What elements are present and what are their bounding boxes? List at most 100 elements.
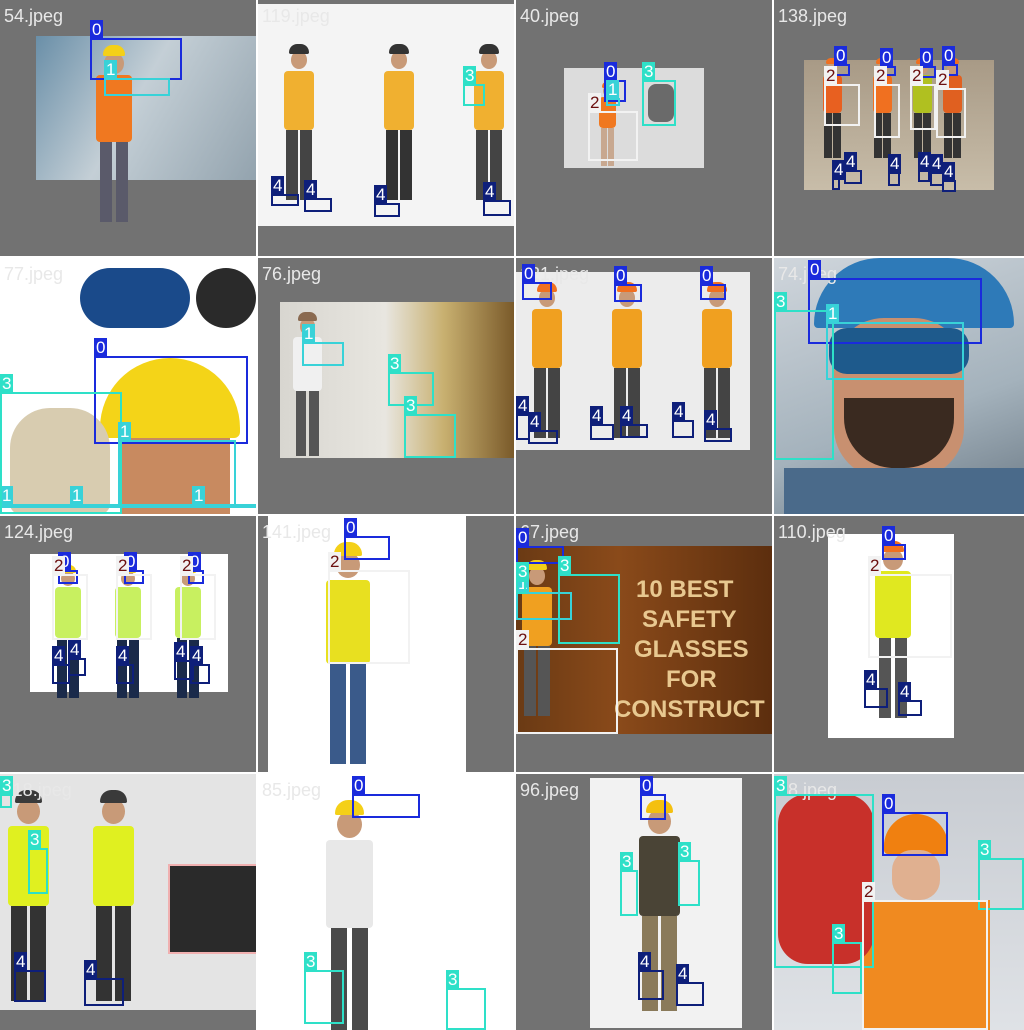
detection-box-class-0: 0 xyxy=(352,776,420,818)
tile-filename: 40.jpeg xyxy=(520,6,580,26)
detection-box-class-4: 4 xyxy=(638,952,664,1000)
detection-box-class-4: 4 xyxy=(304,180,332,212)
mosaic-tile[interactable]: 121.jpeg 0 0 0 4 4 4 4 4 4 xyxy=(516,258,772,514)
detection-class-label: 3 xyxy=(404,396,418,416)
detection-box-class-1: 1 xyxy=(516,574,572,620)
detection-class-label: 4 xyxy=(676,964,690,984)
detection-class-label: 4 xyxy=(52,646,66,666)
mosaic-tile[interactable]: 138.jpeg 0 0 0 0 2 2 2 2 4 4 4 4 4 4 xyxy=(774,0,1024,256)
detection-class-label: 0 xyxy=(808,260,822,280)
detection-class-label: 2 xyxy=(328,552,342,572)
tile-filename: 54.jpeg xyxy=(4,6,64,26)
detection-class-label: 2 xyxy=(116,556,130,576)
detection-class-label: 0 xyxy=(700,266,714,286)
detection-box-class-4: 4 xyxy=(14,952,46,1002)
mosaic-tile[interactable]: 54.jpeg 0 1 xyxy=(0,0,256,256)
detection-class-label: 3 xyxy=(558,556,572,576)
detection-box-class-4: 4 xyxy=(888,154,902,186)
detection-box-class-3: 3 xyxy=(0,374,122,514)
detection-box-class-1: 1 xyxy=(118,422,236,508)
detection-box-class-3: 3 xyxy=(0,776,14,808)
detection-box-class-0: 0 xyxy=(614,266,642,302)
detection-class-label: 2 xyxy=(588,93,602,113)
detection-class-label: 0 xyxy=(882,526,896,546)
detection-class-label: 4 xyxy=(528,412,542,432)
detection-class-label: 4 xyxy=(374,185,388,205)
mosaic-tile[interactable]: 110.jpeg 0 2 4 4 xyxy=(774,516,1024,772)
detection-class-label: 3 xyxy=(388,354,402,374)
banner-text: GLASSES xyxy=(634,636,749,663)
detection-box-class-2: 2 xyxy=(910,66,936,130)
detection-class-label: 0 xyxy=(614,266,628,286)
detection-box-class-1: 1 xyxy=(104,60,170,96)
detection-class-label: 2 xyxy=(910,66,924,86)
tile-filename: 138.jpeg xyxy=(778,6,848,26)
detection-box-class-3: 3 xyxy=(463,66,485,106)
tile-filename: 124.jpeg xyxy=(4,522,74,542)
tile-filename: 119.jpeg xyxy=(262,6,330,26)
detection-class-label: 2 xyxy=(936,70,950,90)
detection-class-label: 4 xyxy=(638,952,652,972)
mosaic-tile[interactable]: 77.jpeg 1 1 1 0 3 1 xyxy=(0,258,256,514)
detection-class-label: 3 xyxy=(446,970,460,990)
detection-class-label: 2 xyxy=(52,556,66,576)
detection-box-class-2: 2 xyxy=(588,93,638,161)
device-panel xyxy=(168,864,256,954)
mosaic-tile[interactable]: 119.jpeg 3 4 4 4 4 xyxy=(258,0,514,256)
detection-box-class-4: 4 xyxy=(620,406,648,438)
mosaic-grid: 54.jpeg 0 1 119.jpeg 3 4 4 4 4 40.jpeg 0 1 2 3 138.jpe… xyxy=(0,0,1024,1030)
detection-box-class-0: 0 xyxy=(882,794,948,856)
detection-class-label: 4 xyxy=(84,960,98,980)
detection-class-label: 0 xyxy=(640,776,654,796)
mosaic-tile[interactable]: 96.jpeg 0 3 3 4 4 xyxy=(516,774,772,1030)
detection-box-class-2: 2 xyxy=(862,882,988,1030)
detection-class-label: 4 xyxy=(590,406,604,426)
detection-box-class-2: 2 xyxy=(516,630,618,734)
detection-class-label: 0 xyxy=(352,776,366,796)
mosaic-tile[interactable]: 40.jpeg 0 1 2 3 xyxy=(516,0,772,256)
glasses-shape xyxy=(80,268,190,328)
detection-class-label: 4 xyxy=(844,152,858,172)
detection-box-class-2: 2 xyxy=(936,70,966,138)
detection-box-class-1: 1 xyxy=(302,324,344,366)
detection-class-label: 2 xyxy=(180,556,194,576)
detection-box-class-1: 1 xyxy=(826,304,964,380)
detection-box-class-2: 2 xyxy=(868,556,952,658)
detection-box-class-3: 3 xyxy=(304,952,344,1024)
detection-class-label: 3 xyxy=(642,62,656,82)
detection-box-class-2: 2 xyxy=(874,66,900,138)
detection-class-label: 4 xyxy=(898,682,912,702)
mosaic-tile[interactable]: 85.jpeg 0 3 3 xyxy=(258,774,514,1030)
detection-class-label: 3 xyxy=(304,952,318,972)
mosaic-tile[interactable]: 38.jpeg 3 0 3 2 3 xyxy=(774,774,1024,1030)
detection-box-class-3: 3 xyxy=(832,924,862,994)
detection-class-label: 1 xyxy=(104,60,118,80)
worker-figure xyxy=(378,40,420,208)
tile-filename: 77.jpeg xyxy=(4,264,64,284)
detection-box-class-3: 3 xyxy=(404,396,456,458)
detection-class-label: 2 xyxy=(868,556,882,576)
detection-class-label: 0 xyxy=(920,48,934,68)
detection-box-class-4: 4 xyxy=(84,960,124,1006)
detection-box-class-4: 4 xyxy=(704,410,732,442)
detection-class-label: 4 xyxy=(304,180,318,200)
detection-box-class-4: 4 xyxy=(483,182,511,216)
banner-text: 10 BEST xyxy=(636,576,734,603)
mosaic-tile[interactable]: 74.jpeg031 xyxy=(774,258,1024,514)
mosaic-tile[interactable]: 124.jpeg00022244444 xyxy=(0,516,256,772)
detection-class-label: 4 xyxy=(116,646,130,666)
detection-class-label: 3 xyxy=(678,842,692,862)
detection-class-label: 4 xyxy=(864,670,878,690)
detection-class-label: 0 xyxy=(516,528,530,548)
tile-filename: 76.jpeg xyxy=(262,264,322,284)
detection-box-class-3: 3 xyxy=(642,62,676,126)
mosaic-tile[interactable]: 118.jpeg 3 3 4 4 xyxy=(0,774,256,1030)
detection-class-label: 0 xyxy=(834,46,848,66)
detection-class-label: 0 xyxy=(94,338,108,358)
mosaic-tile[interactable]: 141.jpeg 0 2 xyxy=(258,516,514,772)
mosaic-tile[interactable]: 10 BEST SAFETY GLASSES FOR CONSTRUCT 67.jpeg 0… xyxy=(516,516,772,772)
face-shape xyxy=(892,850,940,900)
detection-class-label: 3 xyxy=(0,776,14,796)
detection-class-label: 4 xyxy=(704,410,718,430)
mosaic-tile[interactable]: 76.jpeg 1 3 3 xyxy=(258,258,514,514)
